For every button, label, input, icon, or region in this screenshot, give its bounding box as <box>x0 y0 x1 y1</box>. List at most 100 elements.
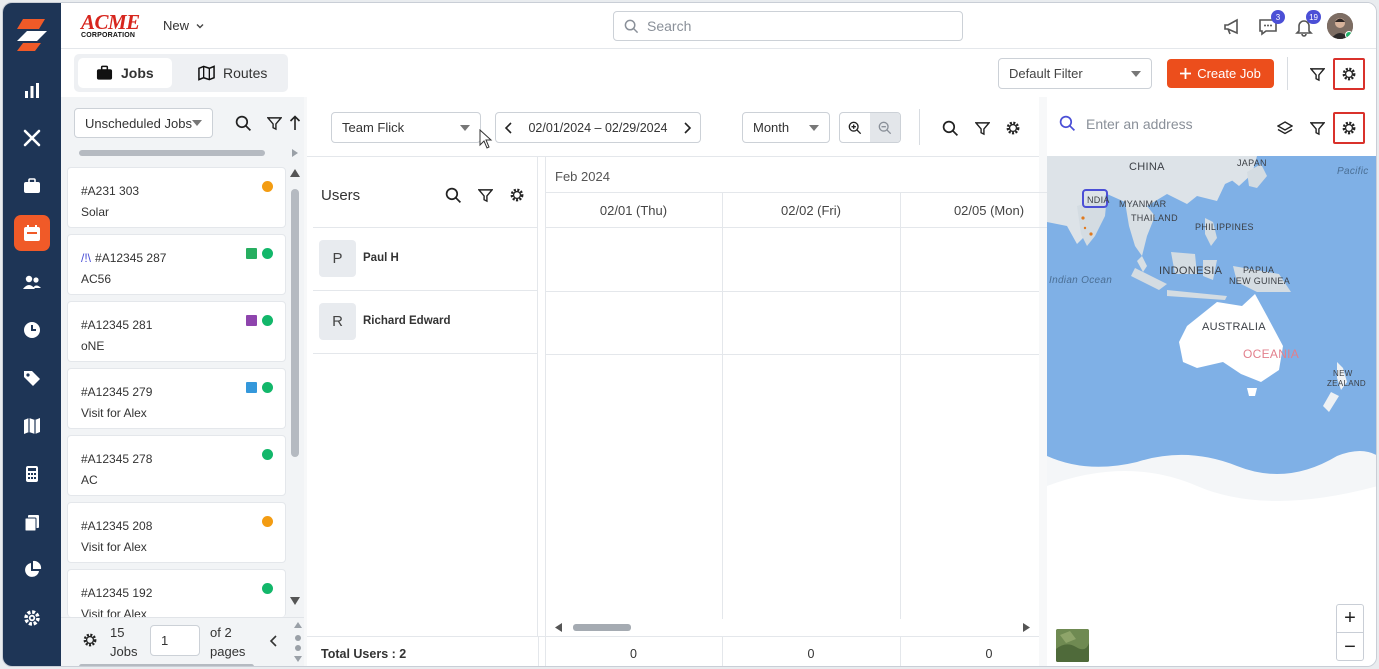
tab-jobs[interactable]: Jobs <box>78 58 172 88</box>
plus-icon <box>1180 68 1192 79</box>
nav-tools[interactable] <box>14 120 50 156</box>
satellite-toggle[interactable] <box>1054 627 1091 664</box>
job-card[interactable]: #A12345 278 AC <box>67 435 286 496</box>
search-input[interactable] <box>647 18 947 34</box>
chevron-left-icon[interactable] <box>269 635 277 647</box>
job-card[interactable]: /!\ #A12345 287 AC56 <box>67 234 286 295</box>
chevron-right-icon[interactable] <box>684 121 692 134</box>
job-type-select[interactable]: Unscheduled Jobs <box>74 108 213 138</box>
day-total: 0 <box>630 647 637 661</box>
zoom-in-button[interactable] <box>840 113 870 142</box>
calendar-horizontal-scrollbar[interactable] <box>573 624 631 631</box>
nav-estimates[interactable] <box>14 456 50 492</box>
scroll-arrows-icon[interactable] <box>294 622 302 662</box>
nav-reports[interactable] <box>14 73 50 109</box>
jobs-pagination: 15 Jobs of 2 pages <box>61 617 307 666</box>
nav-map[interactable] <box>14 408 50 444</box>
map-view[interactable]: CHINA JAPAN Pacific NDIA MYANMAR THAILAN… <box>1047 156 1376 666</box>
job-card[interactable]: #A12345 279 Visit for Alex <box>67 368 286 429</box>
acme-logo[interactable]: ACME CORPORATION <box>81 12 147 40</box>
briefcase-icon <box>24 178 40 193</box>
scroll-right-icon[interactable] <box>292 149 298 157</box>
scheduler-toolbar: Team Flick 02/01/2024 – 02/29/2024 Month <box>307 97 1039 157</box>
toolbar-divider <box>1287 57 1288 90</box>
jobs-sort-button[interactable] <box>285 107 305 139</box>
create-job-button[interactable]: Create Job <box>1167 59 1274 88</box>
announcements-button[interactable] <box>1220 15 1244 39</box>
map-label-indonesia: INDONESIA <box>1159 265 1223 277</box>
scheduler-search-button[interactable] <box>934 112 966 144</box>
nav-schedule[interactable] <box>14 215 50 251</box>
job-card[interactable]: #A12345 281 oNE <box>67 301 286 362</box>
chat-button[interactable]: 3 <box>1256 10 1285 39</box>
nav-settings[interactable] <box>14 600 50 636</box>
job-number: #A12345 192 <box>81 586 152 600</box>
view-mode-select[interactable]: Month <box>742 112 830 143</box>
nav-jobs[interactable] <box>14 168 50 204</box>
scroll-right-icon[interactable] <box>1023 623 1030 632</box>
nav-timesheet[interactable] <box>14 312 50 348</box>
nav-analytics[interactable] <box>14 552 50 588</box>
page-input[interactable] <box>150 625 200 656</box>
zoom-out-button[interactable] <box>870 113 900 142</box>
map-zoom-in-button[interactable]: + <box>1337 605 1363 633</box>
notifications-button[interactable]: 19 <box>1292 10 1321 39</box>
jobs-vertical-scrollbar[interactable] <box>290 169 300 609</box>
job-title: Visit for Alex <box>81 607 147 617</box>
job-number: #A12345 208 <box>81 519 152 533</box>
jobs-count: 15 <box>110 625 125 640</box>
team-select[interactable]: Team Flick <box>331 112 481 143</box>
map-label-new-guinea: NEW GUINEA <box>1229 276 1291 286</box>
user-initial-avatar: R <box>319 303 356 340</box>
tab-routes-label: Routes <box>223 65 268 81</box>
nav-customers[interactable] <box>14 264 50 300</box>
scroll-up-icon[interactable] <box>290 169 300 177</box>
user-row[interactable]: P Paul H <box>313 228 538 291</box>
users-filter-button[interactable] <box>469 179 501 211</box>
footer-scrollbar[interactable] <box>79 664 254 666</box>
date-range-picker[interactable]: 02/01/2024 – 02/29/2024 <box>495 112 701 143</box>
default-filter-select[interactable]: Default Filter <box>998 58 1152 89</box>
scroll-left-icon[interactable] <box>555 623 562 632</box>
jobs-horizontal-scrollbar[interactable] <box>79 150 265 156</box>
search-icon <box>1059 115 1076 132</box>
job-number: /!\ #A12345 287 <box>81 251 166 265</box>
map-label-china: CHINA <box>1129 161 1165 173</box>
filter-icon <box>1309 67 1325 81</box>
address-input[interactable] <box>1086 115 1256 132</box>
global-search[interactable] <box>613 11 963 41</box>
job-card[interactable]: #A12345 192 Visit for Alex <box>67 569 286 617</box>
notification-badge: 19 <box>1306 10 1321 24</box>
gear-icon[interactable] <box>82 632 98 648</box>
user-row[interactable]: R Richard Edward <box>313 291 538 354</box>
right-splitter[interactable] <box>1039 97 1047 666</box>
users-search-button[interactable] <box>437 179 469 211</box>
schedule-row-slot[interactable] <box>546 292 1039 354</box>
job-card[interactable]: #A231 303 Solar <box>67 167 286 228</box>
toolbar-settings-button[interactable] <box>1333 58 1365 90</box>
user-avatar[interactable] <box>1327 13 1353 39</box>
map-layers-button[interactable] <box>1269 112 1301 144</box>
app-logo-icon[interactable] <box>15 17 49 53</box>
nav-pricebook[interactable] <box>14 360 50 396</box>
users-settings-button[interactable] <box>501 179 533 211</box>
schedule-row-slot[interactable] <box>546 229 1039 291</box>
address-search[interactable] <box>1059 115 1256 132</box>
chevron-left-icon[interactable] <box>504 121 512 134</box>
map-filter-button[interactable] <box>1301 112 1333 144</box>
nav-documents[interactable] <box>14 505 50 541</box>
scheduler-settings-button[interactable] <box>997 112 1029 144</box>
toolbar-filter-button[interactable] <box>1301 58 1333 90</box>
job-card[interactable]: #A12345 208 Visit for Alex <box>67 502 286 563</box>
scroll-thumb[interactable] <box>291 189 299 457</box>
zoom-controls <box>839 112 901 143</box>
scheduler-filter-button[interactable] <box>966 112 998 144</box>
map-settings-button[interactable] <box>1333 112 1365 144</box>
new-menu-button[interactable]: New <box>163 18 205 33</box>
priority-square <box>246 315 257 326</box>
calendar-icon <box>24 225 40 241</box>
scroll-down-icon[interactable] <box>290 597 300 605</box>
map-zoom-out-button[interactable]: − <box>1337 633 1363 661</box>
tab-routes[interactable]: Routes <box>180 58 285 88</box>
jobs-search-button[interactable] <box>227 107 259 139</box>
